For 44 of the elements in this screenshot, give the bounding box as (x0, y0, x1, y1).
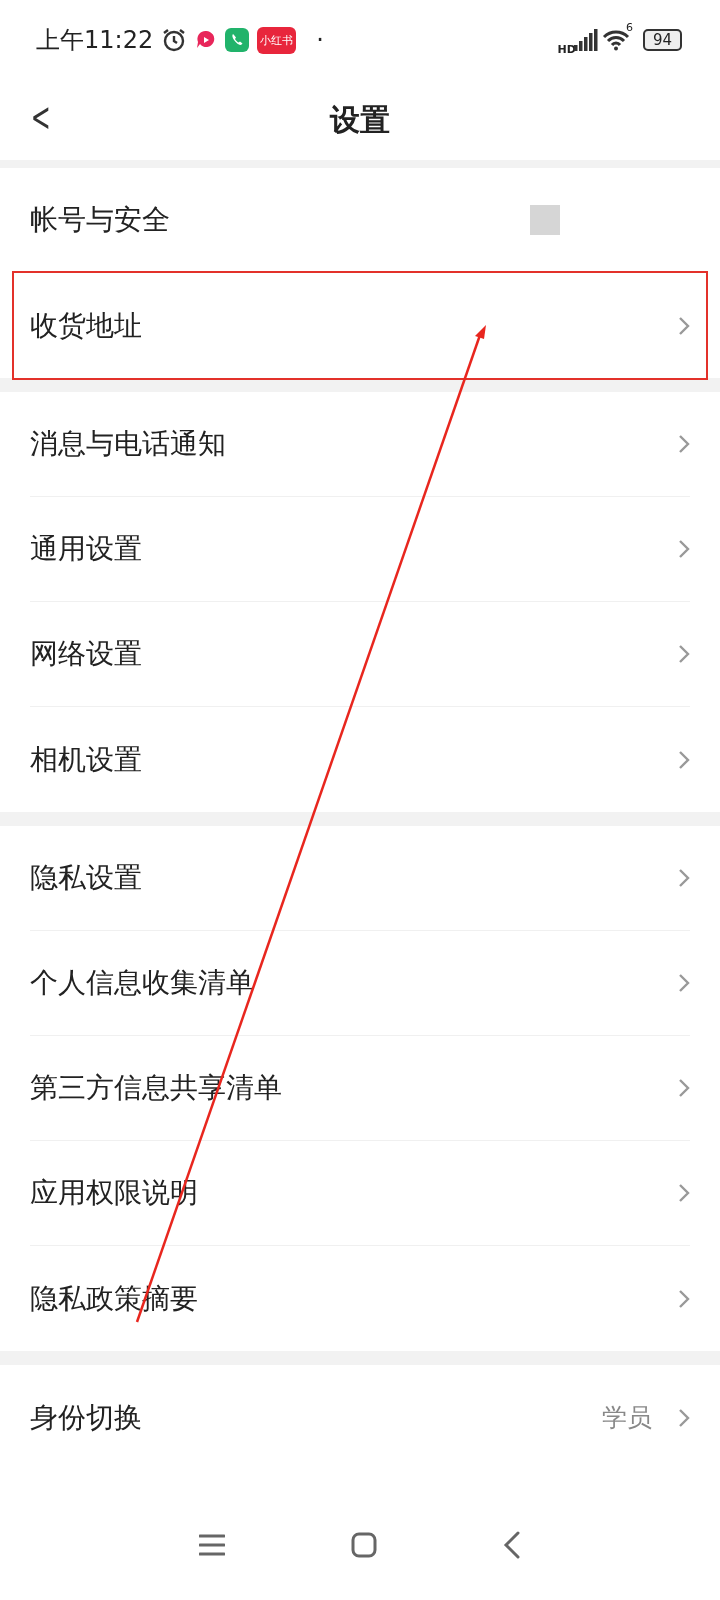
phone-app-icon (225, 28, 250, 52)
home-icon[interactable] (351, 1532, 377, 1558)
status-time: 上午11:22 (36, 25, 154, 56)
battery-indicator: 94 (642, 29, 682, 51)
settings-row[interactable]: 个人信息收集清单 (30, 931, 690, 1036)
chevron-icon (678, 644, 690, 664)
menu-icon[interactable] (199, 1534, 225, 1556)
row-label: 相机设置 (30, 741, 142, 778)
settings-row[interactable]: 消息与电话通知 (30, 392, 690, 497)
wifi-generation: 6 (625, 20, 633, 34)
row-label: 个人信息收集清单 (30, 965, 254, 1001)
chevron-icon (678, 749, 690, 770)
chevron-icon (678, 1407, 690, 1428)
row-label: 通用设置 (30, 531, 142, 567)
row-label: 隐私设置 (30, 860, 142, 896)
settings-row[interactable]: 通用设置 (30, 497, 690, 602)
chevron-icon (678, 539, 690, 559)
chevron-icon (678, 973, 690, 993)
row-label: 消息与电话通知 (30, 426, 226, 462)
page-title: 设置 (330, 100, 390, 139)
settings-row[interactable]: 帐号与安全 (30, 168, 690, 273)
app-badge: 小红书 (257, 26, 297, 54)
back-icon[interactable] (503, 1531, 521, 1559)
chevron-icon (678, 1288, 690, 1309)
masked-square (530, 205, 560, 235)
notification-dot: · (316, 26, 324, 54)
chevron-icon (678, 434, 690, 454)
chevron-icon (678, 1183, 690, 1203)
chevron-icon (678, 868, 690, 888)
settings-row[interactable]: 隐私设置 (30, 826, 690, 931)
row-label: 帐号与安全 (30, 202, 170, 238)
settings-row[interactable]: 网络设置 (30, 602, 690, 707)
chevron-icon (678, 1078, 690, 1098)
chevron-icon (678, 315, 690, 336)
row-value: 学员 (602, 1402, 652, 1434)
row-label: 网络设置 (30, 636, 142, 672)
settings-row[interactable]: 身份切换 学员 (30, 1365, 690, 1470)
back-button[interactable]: < (27, 94, 55, 140)
settings-row[interactable]: 相机设置 (30, 707, 690, 812)
row-label: 身份切换 (30, 1399, 142, 1436)
settings-row[interactable]: 收货地址 (14, 273, 706, 378)
wifi-icon (601, 29, 630, 51)
signal-icon (573, 29, 598, 51)
row-label: 收货地址 (30, 307, 142, 344)
